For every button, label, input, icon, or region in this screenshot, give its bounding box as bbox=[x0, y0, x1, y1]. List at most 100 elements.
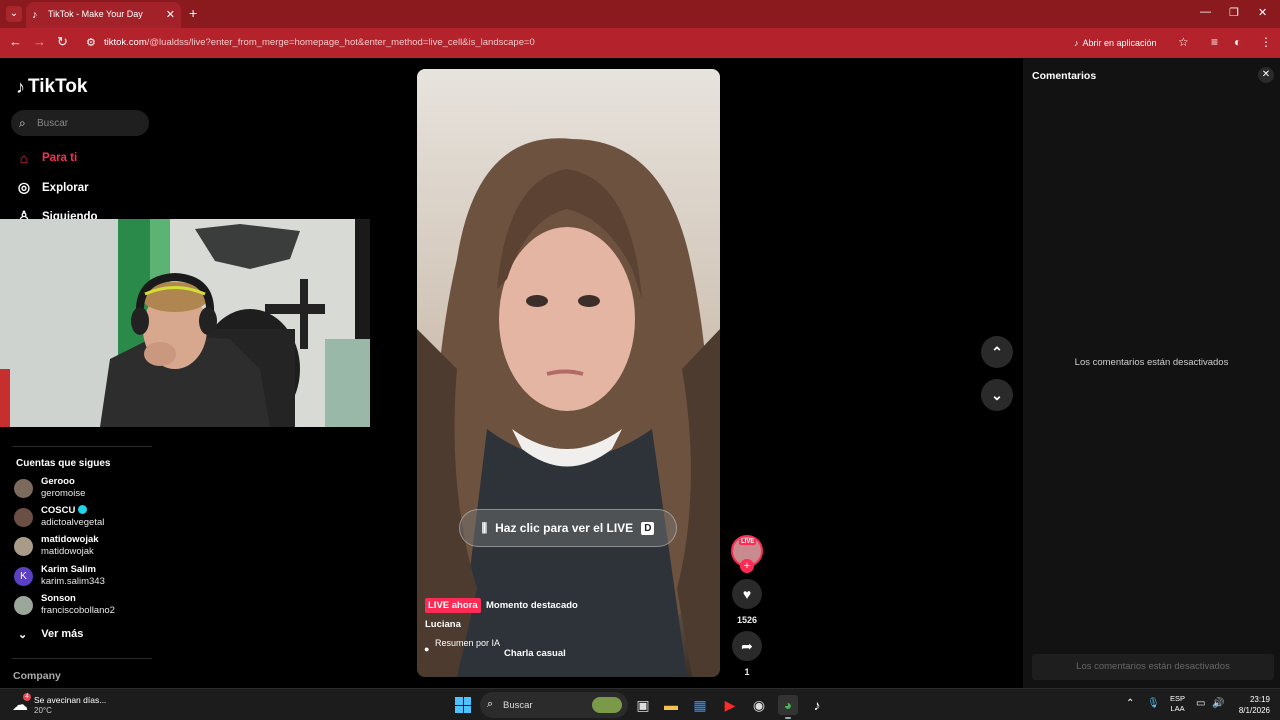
webcam-feed bbox=[0, 219, 370, 427]
chat-bubble-icon: ● bbox=[424, 644, 430, 654]
equalizer-icon: ⫼ bbox=[481, 520, 488, 535]
microsoft-store-icon[interactable]: ▦ bbox=[690, 695, 710, 715]
tiktok-logo[interactable]: ♪ TikTok bbox=[16, 76, 87, 98]
account-name: Karim Salim bbox=[41, 564, 96, 575]
following-heading: Cuentas que sigues bbox=[16, 458, 111, 469]
topic-label: Charla casual bbox=[504, 648, 566, 659]
tab-search-button[interactable]: ⌄ bbox=[6, 6, 22, 22]
browser-tab-active[interactable]: ♪ TikTok - Make Your Day ✕ bbox=[26, 2, 181, 28]
clock-time: 23:19 bbox=[1249, 695, 1270, 704]
avatar: K bbox=[14, 567, 33, 586]
share-count: 1 bbox=[744, 667, 750, 677]
language-indicator[interactable]: ESP LAA bbox=[1170, 694, 1185, 714]
url-host: tiktok.com bbox=[104, 37, 147, 48]
followed-account[interactable]: matidowojak matidowojak bbox=[14, 534, 154, 560]
language-code: ESP bbox=[1170, 694, 1186, 703]
search-highlight-image bbox=[592, 697, 622, 713]
comments-title: Comentarios bbox=[1032, 70, 1097, 82]
close-icon[interactable]: ✕ bbox=[1258, 67, 1274, 83]
chevron-down-icon: ⌄ bbox=[991, 387, 1003, 403]
microphone-icon[interactable]: 🎙 bbox=[1147, 698, 1160, 709]
open-in-app-button[interactable]: ♪ Abrir en aplicación bbox=[1068, 33, 1165, 53]
media-controls-icon[interactable]: ≡ bbox=[1211, 35, 1218, 49]
followed-account[interactable]: Gerooo geromoise bbox=[14, 476, 154, 502]
browser-toolbar: ← → ↻ ⚙ tiktok.com/@lualdss/live?enter_f… bbox=[0, 28, 1280, 58]
volume-icon[interactable]: 🔊 bbox=[1212, 698, 1224, 709]
bookmark-star-icon[interactable]: ☆ bbox=[1178, 35, 1189, 49]
search-placeholder: Buscar bbox=[37, 118, 69, 129]
nav-for-you-label: Para ti bbox=[42, 152, 78, 164]
account-handle: karim.salim343 bbox=[41, 576, 105, 587]
reload-button[interactable]: ↻ bbox=[57, 35, 68, 49]
nav-for-you[interactable]: ⌂ Para ti bbox=[16, 150, 77, 166]
live-tag: LIVE bbox=[739, 539, 757, 545]
search-icon: ⌕ bbox=[487, 698, 494, 710]
like-button[interactable]: ♥ bbox=[732, 579, 762, 609]
new-tab-button[interactable]: + bbox=[189, 6, 197, 20]
account-handle: franciscobollano2 bbox=[41, 605, 115, 616]
start-button[interactable] bbox=[455, 697, 471, 713]
company-heading: Company bbox=[13, 670, 61, 682]
sidebar-divider bbox=[12, 658, 152, 659]
chrome-icon[interactable]: ◕ bbox=[778, 695, 798, 715]
search-input[interactable]: ⌕ Buscar bbox=[11, 110, 149, 136]
profile-icon[interactable]: ◐ bbox=[1234, 35, 1241, 49]
clock-date: 8/1/2026 bbox=[1238, 706, 1270, 715]
chevron-up-icon: ⌃ bbox=[991, 344, 1003, 360]
live-video-player[interactable]: ⫼ Haz clic para ver el LIVE D LIVE ahora… bbox=[417, 69, 720, 677]
compass-icon: ◎ bbox=[17, 179, 31, 195]
back-button[interactable]: ← bbox=[9, 35, 22, 49]
weather-title[interactable]: Se avecinan días... bbox=[34, 695, 106, 705]
share-arrow-icon: ➦ bbox=[741, 638, 753, 654]
live-now-badge: LIVE ahora bbox=[425, 598, 481, 613]
previous-video-button[interactable]: ⌃ bbox=[981, 336, 1013, 368]
logo-text: TikTok bbox=[28, 76, 88, 97]
restore-button[interactable]: ❐ bbox=[1229, 6, 1239, 19]
tab-close-icon[interactable]: ✕ bbox=[166, 8, 175, 21]
window-close-button[interactable]: ✕ bbox=[1258, 6, 1267, 19]
youtube-icon[interactable]: ▶ bbox=[720, 695, 740, 715]
gaming-app-icon[interactable]: ◉ bbox=[749, 695, 769, 715]
taskbar-search[interactable]: ⌕ Buscar bbox=[480, 692, 628, 718]
tiktok-icon: ♪ bbox=[1074, 38, 1079, 48]
shortcut-key: D bbox=[641, 521, 655, 535]
avatar bbox=[14, 508, 33, 527]
next-video-button[interactable]: ⌄ bbox=[981, 379, 1013, 411]
network-icon[interactable]: ▭ bbox=[1196, 698, 1205, 709]
account-handle: adictoalvegetal bbox=[41, 517, 105, 528]
windows-taskbar: ☁ 4 Se avecinan días... 20°C ⌕ Buscar ▣ … bbox=[0, 688, 1280, 720]
heart-icon: ♥ bbox=[742, 586, 752, 602]
chevron-down-icon: ⌄ bbox=[18, 629, 28, 641]
minimize-button[interactable]: — bbox=[1200, 6, 1211, 18]
account-name: Gerooo bbox=[41, 476, 75, 487]
nav-explore-label: Explorar bbox=[42, 181, 89, 194]
followed-account[interactable]: K Karim Salim karim.salim343 bbox=[14, 564, 154, 590]
site-info-icon[interactable]: ⚙ bbox=[86, 36, 96, 49]
menu-kebab-icon[interactable]: ⋮ bbox=[1260, 35, 1272, 49]
account-handle: geromoise bbox=[41, 488, 86, 499]
streamer-name[interactable]: Luciana bbox=[425, 619, 461, 630]
tiktok-app-icon[interactable]: ♪ bbox=[807, 695, 827, 715]
like-count: 1526 bbox=[736, 615, 758, 625]
see-more-label: Ver más bbox=[41, 628, 84, 640]
address-bar[interactable]: tiktok.com/@lualdss/live?enter_from_merg… bbox=[104, 37, 535, 48]
search-icon: ⌕ bbox=[19, 116, 26, 130]
followed-account[interactable]: Sonson franciscobollano2 bbox=[14, 593, 154, 619]
webcam-overlay bbox=[0, 219, 370, 427]
see-more-button[interactable]: ⌄ Ver más bbox=[18, 628, 83, 641]
forward-button[interactable]: → bbox=[33, 35, 46, 49]
live-video-frame bbox=[417, 69, 720, 677]
followed-account[interactable]: COSCU adictoalvegetal bbox=[14, 505, 154, 531]
ai-summary[interactable]: ● Resumen por IA bbox=[423, 638, 501, 666]
system-clock[interactable]: 23:19 8/1/2026 bbox=[1232, 694, 1270, 716]
nav-explore[interactable]: ◎ Explorar bbox=[16, 179, 89, 196]
task-view-icon[interactable]: ▣ bbox=[633, 695, 653, 715]
home-icon: ⌂ bbox=[19, 150, 29, 166]
tray-overflow-icon[interactable]: ⌃ bbox=[1126, 698, 1134, 709]
follow-plus-icon[interactable]: + bbox=[740, 559, 754, 573]
comment-input: Los comentarios están desactivados bbox=[1032, 654, 1274, 680]
share-button[interactable]: ➦ bbox=[732, 631, 762, 661]
sidebar-divider bbox=[12, 446, 152, 447]
file-explorer-icon[interactable]: ▬ bbox=[661, 695, 681, 715]
watch-live-button[interactable]: ⫼ Haz clic para ver el LIVE D bbox=[459, 509, 677, 547]
